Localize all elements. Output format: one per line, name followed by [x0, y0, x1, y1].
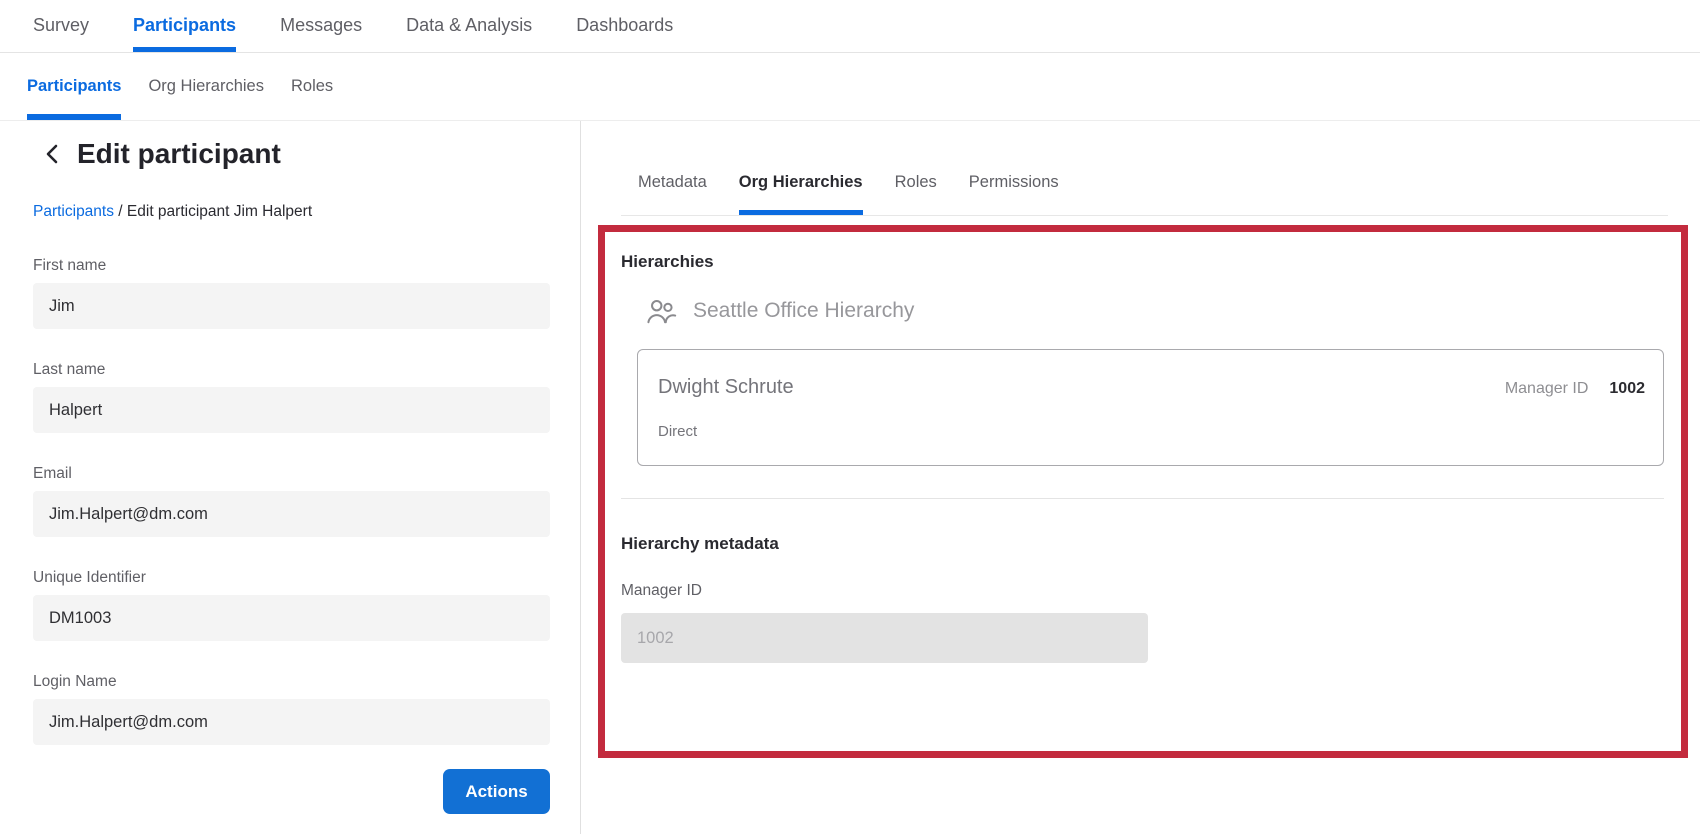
hierarchy-row: Seattle Office Hierarchy — [645, 294, 914, 328]
hierarchy-metadata-section-title: Hierarchy metadata — [621, 533, 779, 555]
manager-id-meta-label: Manager ID — [1505, 380, 1589, 398]
field-unique-identifier: Unique Identifier — [33, 569, 550, 641]
hierarchies-section-title: Hierarchies — [621, 251, 714, 273]
unique-identifier-label: Unique Identifier — [33, 569, 550, 587]
manager-id-input — [621, 613, 1148, 663]
tab-org-hierarchies[interactable]: Org Hierarchies — [739, 150, 863, 215]
email-label: Email — [33, 465, 550, 483]
breadcrumb: Participants / Edit participant Jim Halp… — [33, 202, 312, 222]
detail-tabs: Metadata Org Hierarchies Roles Permissio… — [621, 150, 1668, 216]
login-name-label: Login Name — [33, 673, 550, 691]
section-divider — [621, 498, 1664, 499]
top-nav-survey[interactable]: Survey — [33, 0, 89, 52]
first-name-input[interactable] — [33, 283, 550, 329]
last-name-label: Last name — [33, 361, 550, 379]
first-name-label: First name — [33, 257, 550, 275]
hierarchy-card-meta: Manager ID 1002 — [1505, 380, 1645, 398]
back-button[interactable] — [44, 143, 62, 165]
sub-nav-participants[interactable]: Participants — [27, 53, 121, 120]
page-heading: Edit participant — [44, 136, 281, 172]
tab-roles[interactable]: Roles — [895, 150, 937, 215]
top-nav-data-analysis[interactable]: Data & Analysis — [406, 0, 532, 52]
hierarchy-relation: Direct — [658, 423, 697, 440]
tab-metadata[interactable]: Metadata — [638, 150, 707, 215]
hierarchy-person-name: Dwight Schrute — [658, 376, 794, 399]
sub-nav-roles[interactable]: Roles — [291, 53, 333, 120]
page-title: Edit participant — [77, 136, 281, 172]
field-login-name: Login Name — [33, 673, 550, 745]
page-root: Survey Participants Messages Data & Anal… — [0, 0, 1700, 834]
email-input[interactable] — [33, 491, 550, 537]
top-nav-dashboards[interactable]: Dashboards — [576, 0, 673, 52]
top-nav-participants[interactable]: Participants — [133, 0, 236, 52]
breadcrumb-participants-link[interactable]: Participants — [33, 203, 114, 220]
field-last-name: Last name — [33, 361, 550, 433]
last-name-input[interactable] — [33, 387, 550, 433]
breadcrumb-separator: / — [118, 203, 127, 220]
field-first-name: First name — [33, 257, 550, 329]
participant-form: First name Last name Email Unique Identi… — [33, 257, 550, 777]
login-name-input[interactable] — [33, 699, 550, 745]
sub-nav-org-hierarchies[interactable]: Org Hierarchies — [148, 53, 264, 120]
hierarchy-name: Seattle Office Hierarchy — [693, 299, 914, 323]
panel-divider — [580, 121, 581, 834]
actions-button[interactable]: Actions — [443, 769, 550, 814]
breadcrumb-current: Edit participant Jim Halpert — [127, 203, 312, 220]
manager-id-field-label: Manager ID — [621, 582, 702, 600]
sub-nav: Participants Org Hierarchies Roles — [0, 53, 1700, 121]
unique-identifier-input[interactable] — [33, 595, 550, 641]
top-nav-messages[interactable]: Messages — [280, 0, 362, 52]
tab-permissions[interactable]: Permissions — [969, 150, 1059, 215]
field-email: Email — [33, 465, 550, 537]
top-nav: Survey Participants Messages Data & Anal… — [0, 0, 1700, 53]
chevron-left-icon — [44, 144, 60, 164]
hierarchy-node-card: Dwight Schrute Manager ID 1002 Direct — [637, 349, 1664, 466]
manager-id-meta-value: 1002 — [1609, 380, 1645, 398]
people-icon — [645, 297, 677, 325]
